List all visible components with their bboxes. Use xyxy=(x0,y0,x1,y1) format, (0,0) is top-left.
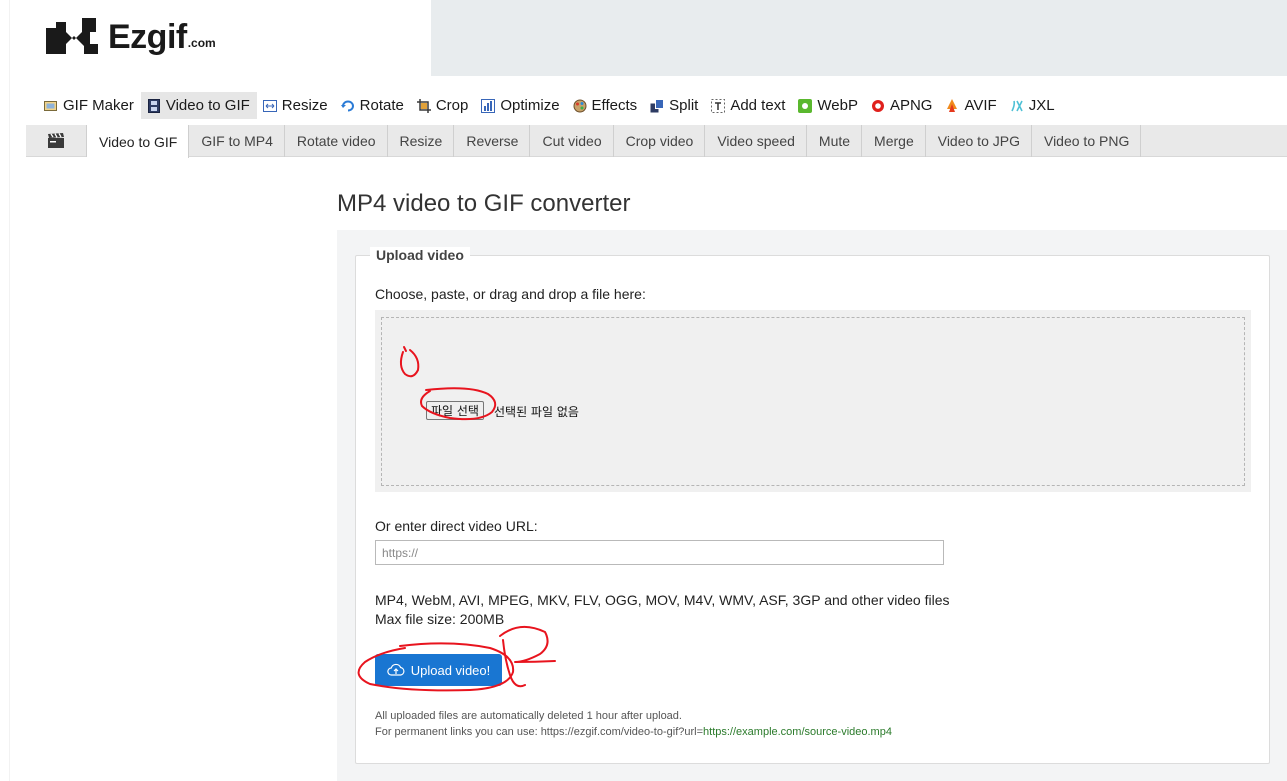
subnav-video-to-jpg[interactable]: Video to JPG xyxy=(926,125,1032,157)
sub-nav: Video to GIF GIF to MP4 Rotate video Res… xyxy=(26,125,1287,158)
nav-jxl[interactable]: JXL xyxy=(1004,92,1062,119)
subnav-cut-video[interactable]: Cut video xyxy=(530,125,614,157)
video-url-input[interactable] xyxy=(375,540,944,565)
subnav-video-to-png[interactable]: Video to PNG xyxy=(1032,125,1142,157)
subnav-video-to-gif[interactable]: Video to GIF xyxy=(87,125,190,158)
logo-suffix: .com xyxy=(187,36,216,50)
nav-label: Effects xyxy=(591,97,638,114)
nav-webp[interactable]: WebP xyxy=(792,92,865,119)
nav-rotate[interactable]: Rotate xyxy=(335,92,411,119)
cloud-upload-icon xyxy=(387,663,405,677)
nav-label: Split xyxy=(669,97,699,114)
nav-apng[interactable]: APNG xyxy=(865,92,940,119)
apng-icon xyxy=(871,99,885,113)
subnav-rotate-video[interactable]: Rotate video xyxy=(285,125,388,157)
nav-video-to-gif[interactable]: Video to GIF xyxy=(140,92,257,119)
effects-icon xyxy=(573,99,587,113)
subnav-mute[interactable]: Mute xyxy=(807,125,863,157)
optimize-icon xyxy=(481,98,496,113)
film-icon xyxy=(147,98,161,113)
auto-delete-note: All uploaded files are automatically del… xyxy=(375,710,682,722)
permanent-link-prefix: For permanent links you can use: https:/… xyxy=(375,726,704,738)
nav-add-text[interactable]: Add text xyxy=(705,92,792,119)
subnav-crop-video[interactable]: Crop video xyxy=(614,125,706,157)
nav-label: Crop xyxy=(435,97,469,114)
nav-gif-maker[interactable]: GIF Maker xyxy=(38,92,141,119)
logo-text: Ezgif xyxy=(108,18,187,56)
jxl-icon xyxy=(1010,99,1024,113)
choose-file-button[interactable]: 파일 선택 xyxy=(426,401,484,420)
webp-icon xyxy=(798,98,813,113)
page-title: MP4 video to GIF converter xyxy=(337,190,631,217)
nav-split[interactable]: Split xyxy=(644,92,705,119)
add-text-icon xyxy=(711,98,726,113)
split-icon xyxy=(650,98,665,113)
dropzone-border[interactable]: 파일 선택 선택된 파일 없음 xyxy=(381,317,1245,486)
ad-banner xyxy=(431,0,1287,76)
nav-label: APNG xyxy=(889,97,933,114)
subnav-resize[interactable]: Resize xyxy=(388,125,455,157)
upload-legend: Upload video xyxy=(370,247,470,263)
file-status-text: 선택된 파일 없음 xyxy=(494,405,579,419)
gif-maker-icon xyxy=(44,99,58,113)
rotate-icon xyxy=(340,99,355,113)
nav-crop[interactable]: Crop xyxy=(411,92,476,119)
permanent-link-note: For permanent links you can use: https:/… xyxy=(375,726,892,738)
nav-optimize[interactable]: Optimize xyxy=(475,92,566,119)
nav-label: GIF Maker xyxy=(63,97,134,114)
ezgif-logo-icon xyxy=(46,18,98,54)
upload-video-button[interactable]: Upload video! xyxy=(375,654,502,686)
nav-label: Optimize xyxy=(500,97,560,114)
nav-resize[interactable]: Resize xyxy=(257,92,335,119)
upload-panel: Upload video Choose, paste, or drag and … xyxy=(337,230,1287,781)
nav-label: Video to GIF xyxy=(165,97,250,114)
subnav-video-speed[interactable]: Video speed xyxy=(705,125,807,157)
nav-label: AVIF xyxy=(964,97,997,114)
choose-file-label: Choose, paste, or drag and drop a file h… xyxy=(375,286,646,302)
avif-icon xyxy=(945,98,959,113)
video-tools-home[interactable] xyxy=(26,125,87,157)
nav-label: Rotate xyxy=(359,97,404,114)
main-nav: GIF Maker Video to GIF Resize Rotate Cro… xyxy=(38,92,1062,119)
nav-avif[interactable]: AVIF xyxy=(939,92,1003,119)
nav-label: Add text xyxy=(730,97,786,114)
upload-fieldset: Upload video Choose, paste, or drag and … xyxy=(355,247,1270,764)
site-logo[interactable]: Ezgif .com xyxy=(44,14,216,56)
example-url-link[interactable]: https://example.com/source-video.mp4 xyxy=(703,726,892,738)
left-edge xyxy=(0,0,10,781)
nav-label: JXL xyxy=(1028,97,1055,114)
nav-label: Resize xyxy=(281,97,328,114)
max-file-size-text: Max file size: 200MB xyxy=(375,611,505,627)
subnav-merge[interactable]: Merge xyxy=(862,125,926,157)
resize-icon xyxy=(262,99,277,113)
supported-formats-text: MP4, WebM, AVI, MPEG, MKV, FLV, OGG, MOV… xyxy=(375,592,950,608)
subnav-reverse[interactable]: Reverse xyxy=(454,125,531,157)
nav-effects[interactable]: Effects xyxy=(567,92,645,119)
nav-label: WebP xyxy=(817,97,858,114)
upload-button-label: Upload video! xyxy=(410,662,491,678)
url-label: Or enter direct video URL: xyxy=(375,518,538,534)
subnav-gif-to-mp4[interactable]: GIF to MP4 xyxy=(189,125,285,157)
crop-icon xyxy=(416,98,431,113)
clapperboard-icon xyxy=(48,133,64,148)
dropzone-area[interactable]: 파일 선택 선택된 파일 없음 xyxy=(375,310,1251,492)
